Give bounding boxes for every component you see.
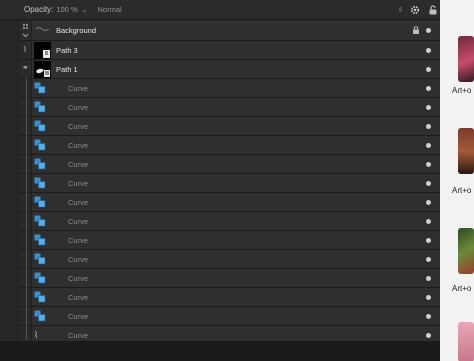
- layer-name: Curve: [68, 235, 89, 245]
- curve-icon: [34, 253, 46, 265]
- lock-icon[interactable]: [427, 4, 439, 16]
- lock-icon[interactable]: [413, 26, 419, 36]
- layer-name: Curve: [68, 311, 89, 321]
- panel-handle: [0, 21, 20, 341]
- layer-row-background[interactable]: Background: [20, 21, 440, 41]
- layer-name: Curve: [68, 216, 89, 226]
- visibility-dot[interactable]: [426, 313, 431, 319]
- visibility-dot[interactable]: [426, 142, 431, 148]
- curve-icon: [34, 177, 46, 189]
- curve-icon: [34, 139, 46, 151]
- visibility-dot[interactable]: [426, 180, 431, 186]
- layer-name: Curve: [68, 330, 89, 340]
- layer-name: Curve: [68, 292, 89, 302]
- layer-row-curve[interactable]: Curve: [20, 174, 440, 193]
- visibility-dot[interactable]: [426, 28, 431, 33]
- opacity-label: Opacity:: [24, 5, 54, 14]
- layer-row-curve[interactable]: Curve: [20, 250, 440, 269]
- blend-mode-select[interactable]: Normal: [98, 5, 398, 14]
- asset-thumbnail[interactable]: [458, 228, 474, 274]
- layer-name: Curve: [68, 102, 89, 112]
- curve-icon: [34, 310, 46, 322]
- path-1-thumbnail: [34, 61, 51, 78]
- curve-icon: [34, 101, 46, 113]
- opacity-input[interactable]: 100 %: [56, 5, 77, 14]
- stepper-icon[interactable]: ⇕: [398, 6, 404, 14]
- visibility-dot[interactable]: [426, 256, 431, 262]
- layers-panel: Opacity: 100 % ⌄ Normal ⇕ Background ⌇ P…: [0, 0, 440, 361]
- layer-row-curve[interactable]: Curve: [20, 307, 440, 326]
- child-indent-line: [26, 78, 27, 340]
- visibility-dot[interactable]: [426, 161, 431, 167]
- layer-name: Curve: [68, 140, 89, 150]
- path-icon: ⌇: [23, 45, 27, 54]
- layer-row-path-1[interactable]: ⚭ Path 1: [20, 60, 440, 79]
- layer-row-curve[interactable]: Curve: [20, 136, 440, 155]
- asset-thumbnail[interactable]: [458, 322, 474, 361]
- layer-row-curve[interactable]: Curve: [20, 117, 440, 136]
- layer-name: Curve: [68, 254, 89, 264]
- layer-row-curve[interactable]: Curve: [20, 288, 440, 307]
- layer-row-curve[interactable]: Curve: [20, 212, 440, 231]
- curve-list: Curve Curve Curve Curve Curve Curve Curve Curve…: [20, 79, 440, 345]
- curve-icon: [34, 215, 46, 227]
- layer-name: Curve: [68, 83, 89, 93]
- link-icon: ⚭: [22, 63, 29, 72]
- visibility-dot[interactable]: [426, 66, 431, 72]
- layer-name: Curve: [68, 121, 89, 131]
- curve-icon: [34, 272, 46, 284]
- curve-icon: [34, 196, 46, 208]
- visibility-dot[interactable]: [426, 47, 431, 53]
- asset-label[interactable]: Art+o: [452, 284, 471, 293]
- curve-icon: [34, 291, 46, 303]
- asset-browser-panel: Art+o Art+o Art+o: [440, 0, 474, 361]
- layer-row-curve[interactable]: Curve: [20, 79, 440, 98]
- layer-row-path-3[interactable]: ⌇ Path 3: [20, 41, 440, 60]
- path-icon: ⌇: [34, 330, 39, 340]
- asset-label[interactable]: Art+o: [452, 86, 471, 95]
- asset-thumbnail[interactable]: [458, 128, 474, 174]
- visibility-dot[interactable]: [426, 275, 431, 281]
- layer-name: Path 3: [56, 45, 78, 55]
- grip-icon: [22, 24, 29, 38]
- visibility-dot[interactable]: [426, 104, 431, 110]
- visibility-dot[interactable]: [426, 123, 431, 129]
- layer-name: Curve: [68, 159, 89, 169]
- layer-handle[interactable]: [20, 21, 32, 40]
- layer-name: Curve: [68, 197, 89, 207]
- path-3-thumbnail: [34, 42, 51, 59]
- visibility-dot[interactable]: [426, 237, 431, 243]
- gear-icon[interactable]: [409, 4, 421, 16]
- curve-icon: [34, 120, 46, 132]
- layer-name: Path 1: [56, 64, 78, 74]
- visibility-dot[interactable]: [426, 85, 431, 91]
- background-thumbnail: [34, 22, 51, 39]
- layer-name: Background: [56, 26, 97, 35]
- layer-row-curve[interactable]: Curve: [20, 269, 440, 288]
- layer-name: Curve: [68, 178, 89, 188]
- layer-row-curve[interactable]: Curve: [20, 98, 440, 117]
- layer-handle[interactable]: ⚭: [20, 60, 32, 78]
- layer-row-curve[interactable]: Curve: [20, 155, 440, 174]
- layer-row-curve[interactable]: Curve: [20, 231, 440, 250]
- panel-footer: [0, 341, 440, 361]
- visibility-dot[interactable]: [426, 218, 431, 224]
- curve-icon: [34, 234, 46, 246]
- asset-label[interactable]: Art+o: [452, 186, 471, 195]
- chevron-down-icon[interactable]: ⌄: [82, 6, 88, 14]
- curve-icon: [34, 158, 46, 170]
- layer-row-curve[interactable]: Curve: [20, 193, 440, 212]
- curve-icon: [34, 82, 46, 94]
- layer-toolbar: Opacity: 100 % ⌄ Normal ⇕: [0, 0, 440, 20]
- layer-list: Background ⌇ Path 3 ⚭ Path 1 Curve Curve…: [20, 21, 440, 345]
- layer-handle[interactable]: ⌇: [20, 41, 32, 59]
- layer-name: Curve: [68, 273, 89, 283]
- visibility-dot[interactable]: [426, 294, 431, 300]
- visibility-dot[interactable]: [426, 332, 431, 338]
- visibility-dot[interactable]: [426, 199, 431, 205]
- asset-thumbnail[interactable]: [458, 36, 474, 82]
